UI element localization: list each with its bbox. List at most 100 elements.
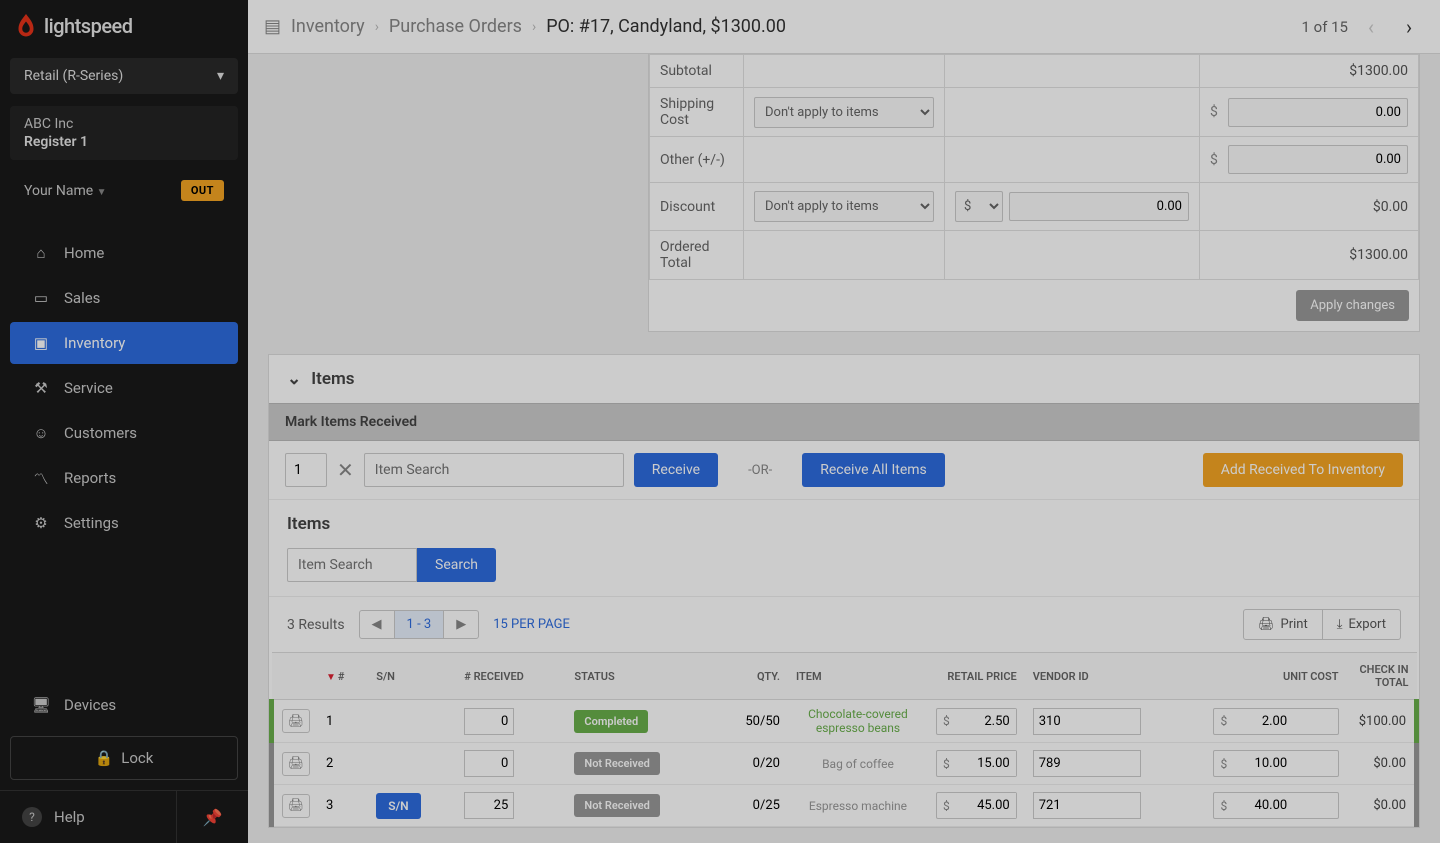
nav-label: Devices [64,696,116,714]
ordered-total-label: Ordered Total [650,231,744,280]
export-button[interactable]: ⤓Export [1323,609,1401,640]
lock-label: Lock [121,749,153,767]
row-print-button[interactable]: 🖨 [282,752,310,776]
user-name: Your Name [24,183,93,199]
col-unit[interactable]: UNIT COST [1205,653,1346,700]
crumb-purchase-orders[interactable]: Purchase Orders [389,16,522,37]
gear-icon: ⚙ [32,514,50,532]
add-to-inventory-button[interactable]: Add Received To Inventory [1203,453,1403,487]
discount-input[interactable] [1009,192,1189,221]
print-label: Print [1281,617,1308,632]
received-qty-input[interactable] [464,708,514,735]
nav-sales[interactable]: ▭Sales [10,277,238,319]
pager-range[interactable]: 1 - 3 [394,611,444,638]
vendor-id-input[interactable] [1033,750,1141,777]
breadcrumb-bar: ▤ Inventory › Purchase Orders › PO: #17,… [248,0,1440,54]
col-retail[interactable]: RETAIL PRICE [928,653,1025,700]
vendor-id-input[interactable] [1033,708,1141,735]
col-sn[interactable]: S/N [368,653,456,700]
print-icon: 🖨 [1258,617,1275,632]
row-num: 1 [318,700,368,743]
main-area: ▤ Inventory › Purchase Orders › PO: #17,… [248,0,1440,843]
per-page-link[interactable]: 15 PER PAGE [493,617,570,632]
pager-prev-mini[interactable]: ◀ [360,611,394,638]
row-total: $0.00 [1347,785,1417,827]
item-link[interactable]: Espresso machine [796,799,920,813]
items-panel: ⌄ Items Mark Items Received ✕ Receive -O… [268,354,1420,828]
vendor-id-input[interactable] [1033,792,1141,819]
row-print-button[interactable]: 🖨 [282,709,310,733]
nav-inventory[interactable]: ▣Inventory [10,322,238,364]
discount-apply-select[interactable]: Don't apply to items [754,191,934,222]
items-filter-input[interactable] [287,548,417,582]
crumb-inventory[interactable]: Inventory [291,16,365,37]
nav-label: Reports [64,469,116,487]
series-dropdown[interactable]: Retail (R-Series) ▾ [10,58,238,94]
pager-next-mini[interactable]: ▶ [443,611,478,638]
unit-cost-input[interactable] [1233,709,1293,734]
currency-symbol: $ [1210,152,1222,168]
receive-all-button[interactable]: Receive All Items [802,453,945,487]
col-item[interactable]: ITEM [788,653,928,700]
nav-reports[interactable]: 〽Reports [10,457,238,499]
retail-price-input[interactable] [956,793,1016,818]
totals-panel: Subtotal $1300.00 Shipping Cost Don't ap… [648,54,1420,332]
nav-devices[interactable]: 🖥Devices [10,684,238,726]
company-selector[interactable]: ABC Inc Register 1 [10,106,238,160]
print-button[interactable]: 🖨 Print [1243,609,1323,640]
shipping-input[interactable] [1228,98,1408,127]
help-button[interactable]: ?Help [0,791,176,843]
item-search-input[interactable] [364,453,624,487]
discount-currency-select[interactable]: $ [955,191,1003,222]
subtotal-label: Subtotal [650,55,744,88]
receive-qty-input[interactable] [285,453,327,487]
col-vendor[interactable]: VENDOR ID [1025,653,1206,700]
col-status[interactable]: STATUS [566,653,714,700]
nav-label: Customers [64,424,137,442]
col-qty[interactable]: QTY. [714,653,788,700]
brand-text: lightspeed [44,14,133,38]
nav-label: Service [64,379,113,397]
nav-settings[interactable]: ⚙Settings [10,502,238,544]
items-subheader: Items [269,500,1419,548]
received-qty-input[interactable] [464,750,514,777]
col-received[interactable]: # RECEIVED [456,653,566,700]
clock-status-badge[interactable]: OUT [181,180,224,201]
shipping-apply-select[interactable]: Don't apply to items [754,97,934,128]
chevron-right-icon: › [375,19,379,35]
retail-price-input[interactable] [956,709,1016,734]
received-qty-input[interactable] [464,792,514,819]
unit-cost-input[interactable] [1233,751,1293,776]
record-pager: 1 of 15 ‹ › [1301,12,1424,42]
brand-logo[interactable]: lightspeed [0,0,248,52]
nav-home[interactable]: ⌂Home [10,232,238,274]
results-pager: ◀ 1 - 3 ▶ [359,610,480,639]
receive-button[interactable]: Receive [634,453,718,487]
other-input[interactable] [1228,145,1408,174]
nav-service[interactable]: ⚒Service [10,367,238,409]
pin-button[interactable]: 📌 [176,791,248,843]
col-total[interactable]: CHECK IN TOTAL [1347,653,1417,700]
sn-button[interactable]: S/N [376,793,420,819]
unit-cost-input[interactable] [1233,793,1293,818]
help-label: Help [54,808,85,826]
search-button[interactable]: Search [417,548,496,582]
chevron-down-icon: ▼ [97,187,107,198]
items-section-toggle[interactable]: ⌄ Items [269,355,1419,403]
currency-symbol: $ [1210,104,1222,120]
item-link[interactable]: Chocolate-covered espresso beans [796,707,920,735]
item-link[interactable]: Bag of coffee [796,757,920,771]
pager-prev[interactable]: ‹ [1356,12,1386,42]
results-count: 3 Results [287,617,345,633]
retail-price-input[interactable] [956,751,1016,776]
row-qty: 0/25 [714,785,788,827]
lock-button[interactable]: 🔒Lock [10,736,238,780]
pager-next[interactable]: › [1394,12,1424,42]
filter-icon[interactable]: ▤ [264,16,281,37]
row-print-button[interactable]: 🖨 [282,794,310,818]
col-num[interactable]: ▼# [318,653,368,700]
user-menu[interactable]: Your Name ▼ OUT [10,172,238,209]
nav-customers[interactable]: ☺Customers [10,412,238,454]
apply-changes-button[interactable]: Apply changes [1296,290,1409,321]
nav-label: Inventory [64,334,125,352]
